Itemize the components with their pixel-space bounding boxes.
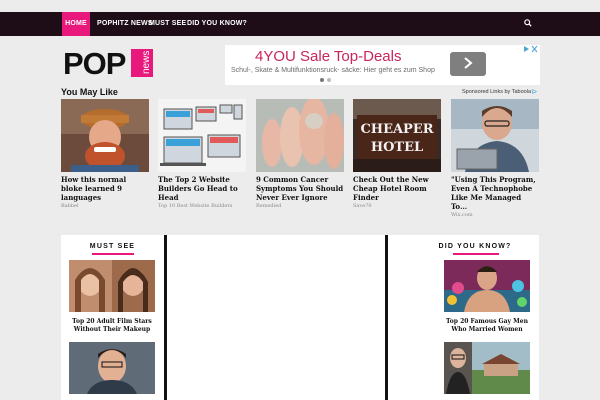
card-title[interactable]: The Top 2 Website Builders Go Head to He… — [158, 175, 246, 202]
ad-carousel-dot[interactable] — [327, 78, 331, 82]
card-title[interactable]: "Using This Program, Even A Technophobe … — [451, 175, 539, 211]
must-see-underline — [92, 253, 134, 255]
ad-subtitle: Schul-, Skate & Multifunktionsruck- säck… — [231, 67, 435, 74]
card-source: Babbel — [61, 203, 79, 209]
card-source: Remedied — [256, 203, 282, 209]
card-image: CHEAPER HOTEL — [353, 99, 441, 172]
top-navbar: HOME POPHITZ NEWS MUST SEE DID YOU KNOW? — [0, 12, 600, 36]
card-image — [451, 99, 539, 172]
taboola-icon: ▷ — [532, 89, 537, 95]
did-you-know-title: DID YOU KNOW? — [438, 243, 512, 250]
banner-ad[interactable]: 4YOU Sale Top-Deals Schul-, Skate & Mult… — [225, 45, 540, 85]
site-logo[interactable]: POP news — [63, 46, 155, 81]
did-you-know-caption[interactable]: Top 20 Famous Gay Men Who Married Women — [442, 318, 532, 334]
recommended-card[interactable]: How this normal bloke learned 9 language… — [61, 99, 149, 209]
nav-pophitz-news[interactable]: POPHITZ NEWS — [97, 12, 153, 36]
did-you-know-underline — [453, 253, 499, 255]
ad-carousel-dot[interactable] — [320, 78, 324, 82]
card-title[interactable]: How this normal bloke learned 9 language… — [61, 175, 149, 202]
card-source: Top 10 Best Website Builders — [158, 203, 233, 209]
card-source: Save70 — [353, 203, 372, 209]
ad-title: 4YOU Sale Top-Deals — [255, 48, 402, 65]
you-may-like-title: You May Like — [61, 87, 118, 97]
nav-must-see[interactable]: MUST SEE — [149, 12, 186, 36]
card-image — [61, 99, 149, 172]
card-image — [256, 99, 344, 172]
recommended-card[interactable]: 9 Common Cancer Symptoms You Should Neve… — [256, 99, 344, 209]
card-title[interactable]: Check Out the New Cheap Hotel Room Finde… — [353, 175, 441, 202]
recommended-card[interactable]: "Using This Program, Even A Technophobe … — [451, 99, 539, 218]
center-content — [167, 235, 385, 400]
adchoices-icon[interactable] — [522, 45, 538, 53]
recommended-card[interactable]: The Top 2 Website Builders Go Head to He… — [158, 99, 246, 209]
hotel-sign-line1: CHEAPER — [360, 122, 433, 137]
did-you-know-image[interactable] — [444, 342, 530, 394]
must-see-caption[interactable]: Top 20 Adult Film Stars Without Their Ma… — [67, 318, 157, 334]
must-see-image[interactable] — [69, 342, 155, 394]
nav-home[interactable]: HOME — [62, 12, 90, 36]
logo-news-text: news — [141, 51, 152, 74]
nav-did-you-know[interactable]: DID YOU KNOW? — [187, 12, 247, 36]
must-see-title: MUST SEE — [89, 243, 136, 250]
chevron-right-icon[interactable] — [450, 52, 486, 76]
recommended-card[interactable]: CHEAPER HOTEL Check Out the New Cheap Ho… — [353, 99, 441, 209]
did-you-know-image[interactable] — [444, 260, 530, 312]
logo-text: POP — [63, 47, 126, 79]
search-icon[interactable] — [516, 12, 540, 36]
hotel-sign-line2: HOTEL — [371, 140, 423, 155]
must-see-image[interactable] — [69, 260, 155, 312]
sponsored-label[interactable]: Sponsored Links by Taboola ▷ — [462, 89, 537, 95]
card-title[interactable]: 9 Common Cancer Symptoms You Should Neve… — [256, 175, 344, 202]
card-source: Wix.com — [451, 212, 473, 218]
card-image — [158, 99, 246, 172]
